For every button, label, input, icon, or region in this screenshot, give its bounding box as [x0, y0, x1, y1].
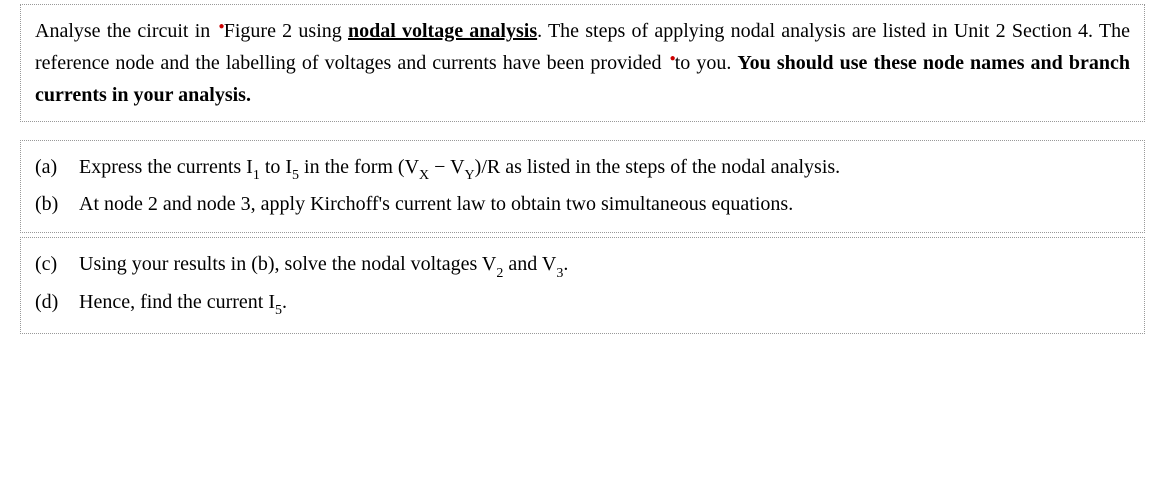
item-text: Express the currents I1 to I5 in the for…	[79, 151, 1130, 186]
intro-figure: Figure 2	[224, 20, 292, 42]
subscript: 2	[496, 266, 503, 281]
intro-text-1: Analyse the circuit in	[35, 20, 216, 42]
marker-dot: ●	[670, 53, 677, 64]
intro-method: nodal voltage analysis	[348, 20, 537, 42]
txt: − V	[429, 156, 464, 178]
txt: in the form (V	[299, 156, 419, 178]
question-parts-ab: (a) Express the currents I1 to I5 in the…	[20, 140, 1145, 233]
marker-dot: ●	[218, 21, 225, 32]
txt: Hence, find the current I	[79, 291, 275, 313]
subscript: X	[419, 168, 429, 183]
item-c: (c) Using your results in (b), solve the…	[35, 248, 1130, 283]
item-text: Using your results in (b), solve the nod…	[79, 248, 1130, 283]
item-text: At node 2 and node 3, apply Kirchoff's c…	[79, 188, 1130, 220]
txt: and V	[503, 253, 556, 275]
subscript: 5	[275, 303, 282, 318]
item-label: (b)	[35, 188, 79, 220]
txt: )/R as listed in the steps of the nodal …	[475, 156, 841, 178]
item-text: Hence, find the current I5.	[79, 286, 1130, 321]
txt: .	[563, 253, 568, 275]
intro-text-4: you.	[690, 52, 737, 74]
item-label: (a)	[35, 151, 79, 186]
txt: to I	[260, 156, 292, 178]
item-label: (d)	[35, 286, 79, 321]
intro-text-2: using	[292, 20, 348, 42]
txt: Using your results in (b), solve the nod…	[79, 253, 496, 275]
intro-to: to	[675, 52, 691, 74]
item-label: (c)	[35, 248, 79, 283]
question-intro: Analyse the circuit in ●Figure 2 using n…	[20, 4, 1145, 122]
item-b: (b) At node 2 and node 3, apply Kirchoff…	[35, 188, 1130, 220]
subscript: Y	[465, 168, 475, 183]
question-parts-cd: (c) Using your results in (b), solve the…	[20, 237, 1145, 334]
subscript: 5	[292, 168, 299, 183]
txt: Express the currents I	[79, 156, 253, 178]
item-d: (d) Hence, find the current I5.	[35, 286, 1130, 321]
subscript: 3	[556, 266, 563, 281]
subscript: 1	[253, 168, 260, 183]
txt: .	[282, 291, 287, 313]
item-a: (a) Express the currents I1 to I5 in the…	[35, 151, 1130, 186]
